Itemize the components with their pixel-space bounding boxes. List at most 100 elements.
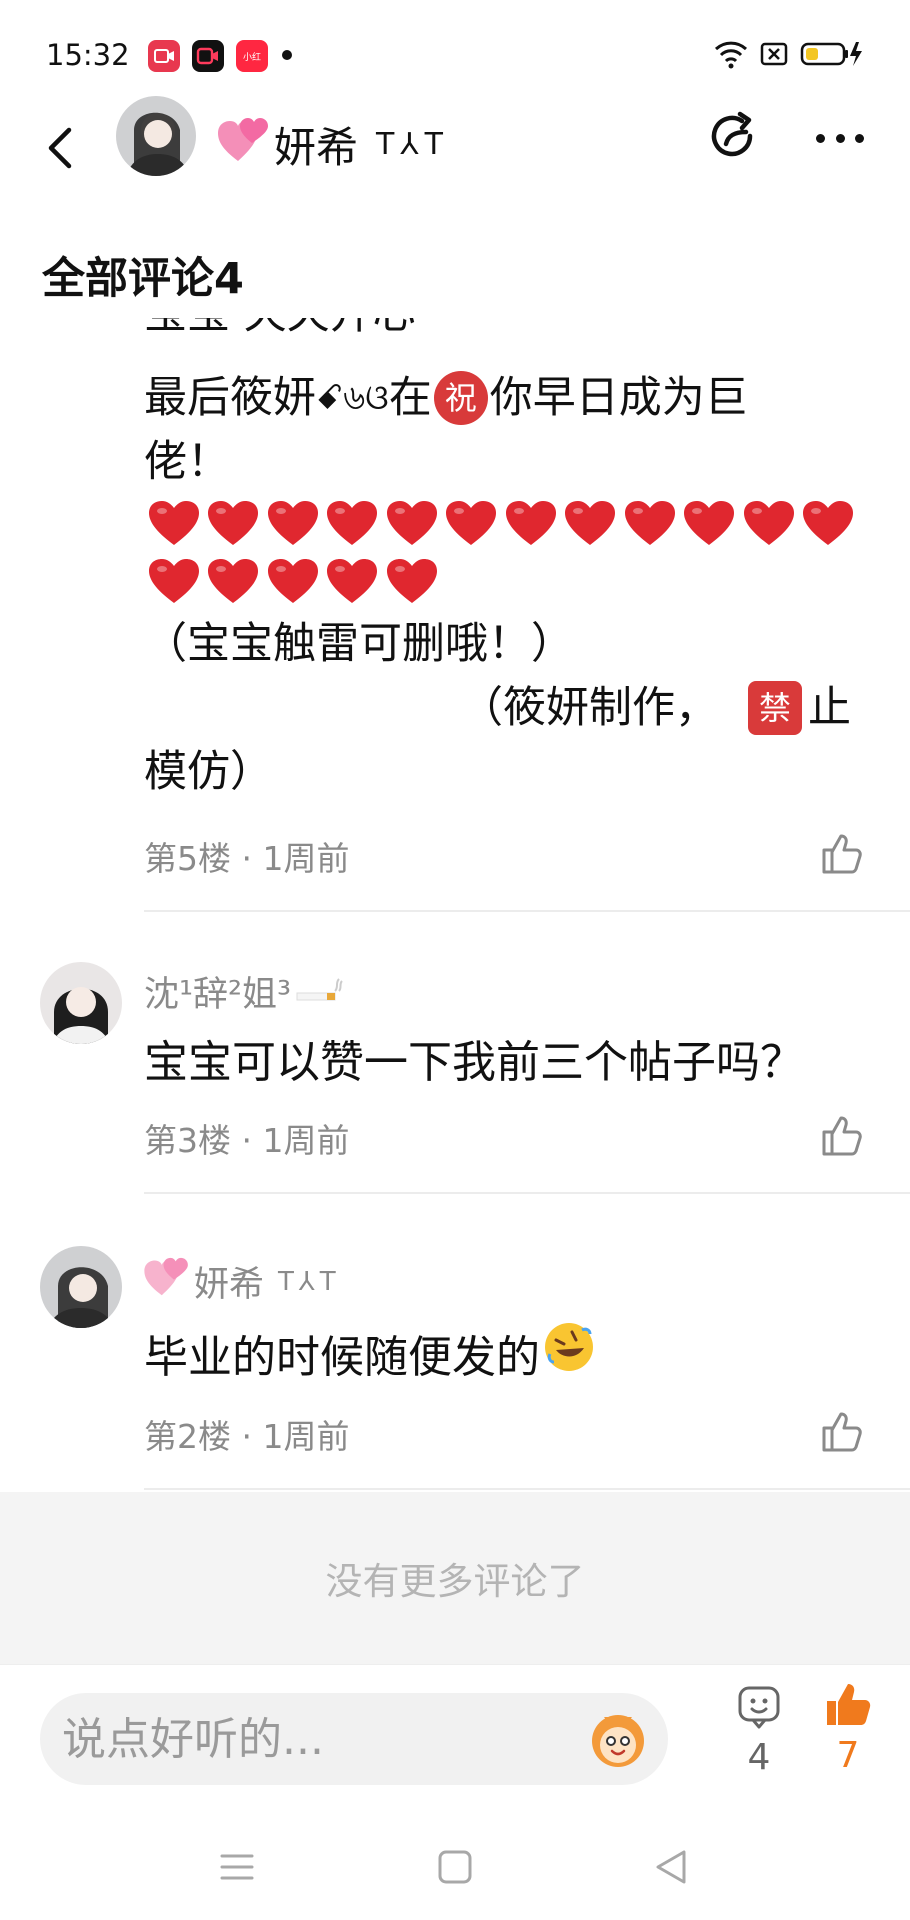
emoji-mascot-button[interactable] (582, 1703, 654, 1775)
blessing-emoji-icon: 祝 (433, 371, 488, 425)
comment-text-segment: 在 (388, 373, 432, 423)
comment-count: 4 (747, 1737, 771, 1778)
comment-cut-text: 宝宝 天天开心 (144, 318, 884, 346)
red-heart-icon (739, 494, 799, 552)
commenter-avatar[interactable] (40, 962, 122, 1044)
video-app-icon (148, 40, 180, 72)
thumbs-up-icon (822, 834, 862, 874)
rofl-emoji-icon (542, 1320, 596, 1385)
author-name-text: 妍希 (274, 123, 359, 172)
post-like-button[interactable]: 7 (820, 1681, 876, 1791)
thumbs-up-icon (822, 1116, 862, 1156)
commenter-avatar[interactable] (40, 1246, 122, 1328)
svg-text:小红: 小红 (243, 51, 261, 63)
comment-body: 最后筱妍 ꗃ৬ଓ 在 祝 你早日成为巨 佬！ （宝宝触雷可删哦！） （筱妍制作，… (144, 366, 884, 804)
status-icons (714, 40, 866, 72)
comment-meta: 第3楼 · 1周前 (144, 1121, 350, 1160)
battery-icon (800, 40, 866, 72)
comment-text-segment: 你早日成为巨 (489, 373, 748, 423)
comments-title: 全部评论4 (42, 254, 244, 304)
comment-meta: 第2楼 · 1周前 (144, 1417, 350, 1456)
wifi-icon (714, 39, 748, 73)
triangle-back-icon (656, 1850, 686, 1884)
commenter-name[interactable]: 沈¹辞²姐³ (144, 966, 343, 1017)
like-count: 7 (836, 1735, 860, 1776)
sparkling-heart-icon (144, 1257, 190, 1306)
sparkling-heart-icon (218, 117, 270, 173)
more-dot-icon (835, 133, 845, 143)
red-heart-icon (442, 494, 502, 552)
camera-app-icon (192, 40, 224, 72)
monkey-emoji-icon (592, 1715, 644, 1767)
square-icon (438, 1850, 472, 1884)
red-heart-icon (382, 494, 442, 552)
prohibit-char: 禁 (758, 689, 791, 727)
back-nav-button[interactable] (648, 1844, 694, 1890)
xiaohongshu-app-icon: 小红 (236, 40, 268, 72)
commenter-name-text: 妍希 (194, 1265, 265, 1305)
system-nav-bar (0, 1814, 910, 1920)
menu-nav-button[interactable] (214, 1844, 260, 1890)
red-heart-icon (561, 494, 621, 552)
cigarette-icon (295, 969, 343, 1014)
comment-text-segment: 最后筱妍 (144, 373, 316, 423)
comment-divider (144, 910, 910, 912)
share-icon (711, 111, 753, 157)
comment-like-button[interactable] (820, 1408, 866, 1454)
comment-input-box[interactable] (40, 1693, 668, 1785)
red-heart-icon (144, 494, 204, 552)
comment-text: 宝宝可以赞一下我前三个帖子吗？ (144, 1037, 804, 1088)
thumbs-up-icon (822, 1412, 862, 1452)
red-heart-icon (323, 494, 383, 552)
red-heart-icon (680, 494, 740, 552)
red-heart-icon (204, 494, 264, 552)
thumbs-up-filled-icon (827, 1684, 871, 1725)
comment-divider (144, 1192, 910, 1194)
status-bar: 15:32 小红 (0, 0, 910, 100)
comment-note: 止 (808, 683, 851, 733)
red-heart-icon (263, 552, 323, 610)
red-heart-icon (323, 552, 383, 610)
comment-count-button[interactable]: 4 (734, 1685, 784, 1795)
comment-input-bar: 4 7 (0, 1664, 910, 1814)
menu-icon (220, 1854, 254, 1880)
sim-x-icon (760, 41, 788, 71)
comment-cut-line: 宝宝 天天开心 (144, 318, 884, 354)
comment-like-button[interactable] (820, 830, 866, 876)
notification-dot (282, 50, 292, 60)
chevron-left-icon (48, 127, 72, 169)
more-dot-icon (855, 133, 864, 143)
blessing-char: 祝 (444, 379, 477, 417)
red-heart-icon (382, 552, 442, 610)
comment-text-segment: 毕业的时候随便发的 (144, 1331, 540, 1383)
comment-symbol: ꗃ৬ଓ (316, 378, 389, 418)
hearts-row (144, 494, 884, 610)
more-dot-icon (816, 133, 825, 143)
red-heart-icon (263, 494, 323, 552)
back-button[interactable] (40, 118, 80, 178)
red-heart-icon (144, 552, 204, 610)
comment-note: 模仿） (144, 747, 273, 797)
comment-text-line: 佬！ (144, 437, 230, 487)
comment-like-button[interactable] (820, 1112, 866, 1158)
comment-note: （宝宝触雷可删哦！） (144, 619, 574, 669)
red-heart-icon (620, 494, 680, 552)
red-heart-icon (501, 494, 561, 552)
status-time: 15:32 (46, 38, 130, 72)
comment-bubble-icon (738, 1686, 780, 1729)
home-nav-button[interactable] (432, 1844, 478, 1890)
red-heart-icon (204, 552, 264, 610)
commenter-name[interactable]: 妍希 T⅄T (144, 1256, 341, 1307)
prohibit-emoji-icon: 禁 (748, 681, 802, 735)
author-name-suffix: T⅄T (376, 127, 449, 162)
share-button[interactable] (706, 110, 762, 166)
more-options-button[interactable] (812, 110, 868, 166)
comment-input[interactable] (62, 1693, 582, 1785)
author-avatar[interactable] (116, 96, 196, 176)
author-name: 妍希 T⅄T (218, 114, 449, 175)
comment-note: （筱妍制作， (460, 683, 718, 733)
header: 妍希 T⅄T (0, 96, 910, 226)
comment-meta: 第5楼 · 1周前 (144, 839, 350, 878)
commenter-name-suffix: T⅄T (278, 1266, 341, 1297)
red-heart-icon (799, 494, 859, 552)
